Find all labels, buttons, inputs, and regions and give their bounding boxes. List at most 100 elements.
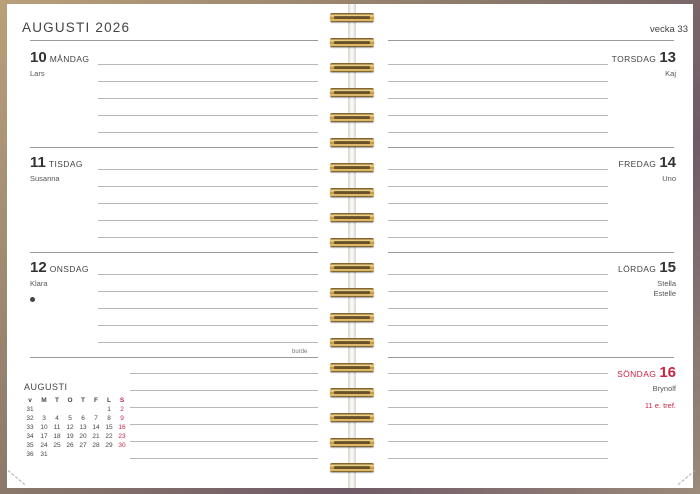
spiral-coil [330,313,374,322]
namesday-friday: Uno [662,174,676,183]
mini-calendar-cell: T [55,397,59,404]
writing-line [30,147,318,148]
writing-line [388,407,608,408]
writing-line [98,274,318,275]
mini-calendar-cell: 7 [94,415,98,422]
mini-calendar-cell: 9 [120,415,124,422]
writing-line [388,325,608,326]
day-number: 11 [30,154,46,171]
spiral-coil [330,338,374,347]
spiral-coil [330,163,374,172]
mini-calendar-cell: 26 [66,442,74,449]
writing-line [388,252,674,253]
writing-line [130,407,318,408]
mini-calendar-cell: 22 [105,433,113,440]
namesday-sunday: Brynolf [652,384,676,393]
writing-line [388,169,608,170]
day-thursday: TORSDAG 13 [612,49,676,66]
writing-line [130,441,318,442]
writing-line [388,373,608,374]
left-header-rule [30,40,318,41]
spiral-coil [330,213,374,222]
writing-line [98,220,318,221]
writing-line [98,132,318,133]
mini-calendar-cell: M [41,397,47,404]
mini-calendar-cell: L [107,397,111,404]
mini-calendar-cell: 24 [40,442,48,449]
bullet-dot [30,297,35,302]
day-name: SÖNDAG [617,369,657,379]
spiral-coil [330,88,374,97]
writing-line [98,237,318,238]
mini-calendar-cell: 5 [68,415,72,422]
day-number: 10 [30,49,47,66]
week-label: vecka 33 [649,24,688,35]
spiral-coil [330,38,374,47]
day-name: TISDAG [48,159,83,169]
namesday-tuesday: Susanna [30,174,60,183]
namesday-thursday: Kaj [665,69,676,78]
spiral-coil [330,13,374,22]
mini-calendar-cell: v [28,397,32,404]
mini-calendar-cell: 14 [92,424,100,431]
mini-calendar-cell: 6 [81,415,85,422]
mini-calendar-cell: 13 [79,424,87,431]
day-name: TORSDAG [611,54,657,64]
mini-calendar-cell: 18 [53,433,61,440]
writing-line [388,237,608,238]
spiral-coil [330,413,374,422]
writing-line [388,441,608,442]
day-name: ONSDAG [49,264,89,274]
mini-calendar-cell: 30 [118,442,126,449]
day-monday: 10 MÅNDAG [30,49,89,66]
day-number: 16 [659,364,676,381]
mini-calendar-cell: 28 [92,442,100,449]
spiral-coil [330,113,374,122]
writing-line [388,274,608,275]
mini-calendar-cell: 31 [40,451,48,458]
spiral-coil [330,363,374,372]
mini-calendar-cell: 11 [53,424,61,431]
mini-calendar-cell: 29 [105,442,113,449]
day-name: LÖRDAG [618,264,657,274]
spiral-coil [330,63,374,72]
writing-line [388,342,608,343]
day-saturday: LÖRDAG 15 [618,259,676,276]
writing-line [98,325,318,326]
writing-line [30,252,318,253]
mini-calendar-cell: 20 [79,433,87,440]
writing-line [388,98,608,99]
namesday-wednesday: Klara [30,279,48,288]
writing-line [98,98,318,99]
mini-calendar-cell: 2 [120,406,124,413]
day-number: 15 [659,259,676,276]
writing-line [388,390,608,391]
spiral-coil [330,138,374,147]
writing-line [98,64,318,65]
day-friday: FREDAG 14 [618,154,676,171]
namesday-saturday: Stella Estelle [653,279,676,298]
writing-line [98,291,318,292]
writing-line [130,373,318,374]
mini-calendar-cell: 16 [118,424,126,431]
writing-line [98,169,318,170]
spiral-coil [330,288,374,297]
mini-calendar-cell: 15 [105,424,113,431]
day-wednesday: 12 ONSDAG [30,259,89,276]
mini-calendar-cell: 27 [79,442,87,449]
writing-line [388,132,608,133]
writing-line [388,147,674,148]
right-page [356,4,693,488]
writing-line [388,308,608,309]
mini-calendar-cell: 8 [107,415,111,422]
writing-line [98,115,318,116]
writing-line [388,115,608,116]
writing-line [388,81,608,82]
brand-label: burde [292,349,308,355]
writing-line [130,424,318,425]
day-name: FREDAG [618,159,657,169]
mini-calendar-cell: 36 [26,451,34,458]
mini-calendar-cell: 12 [66,424,74,431]
writing-line [388,186,608,187]
mini-calendar-cell: F [94,397,98,404]
